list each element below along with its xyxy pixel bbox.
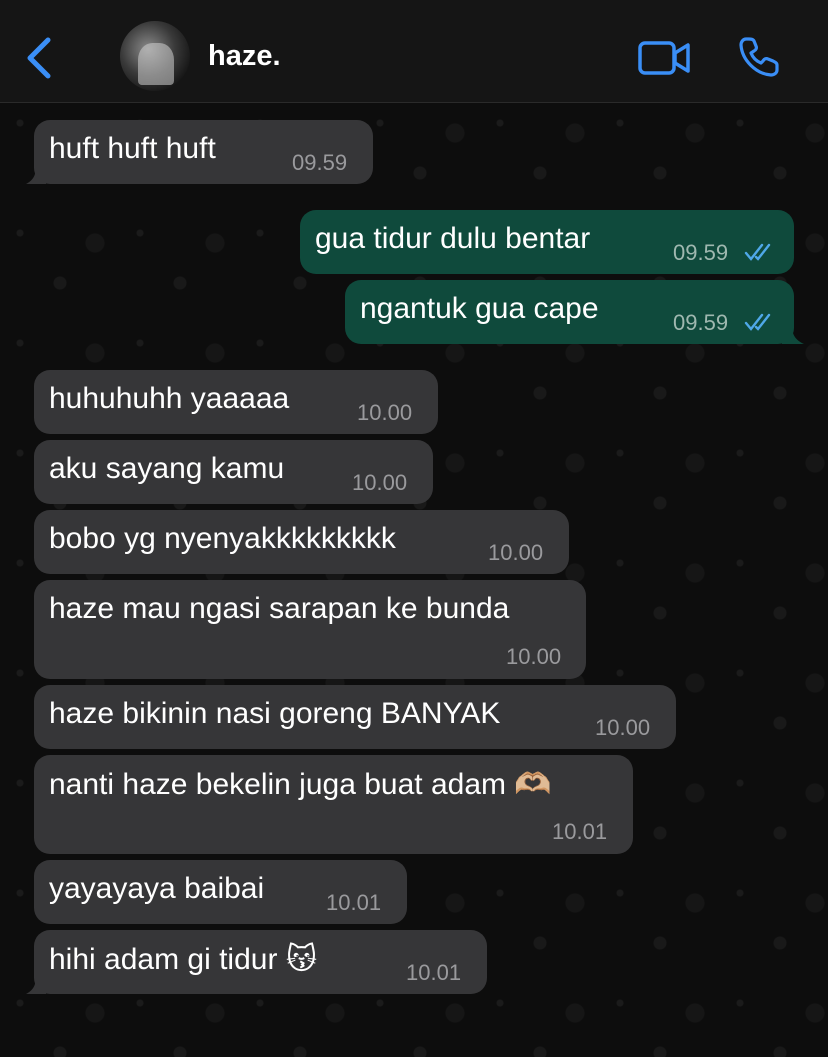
message-text: aku sayang kamu bbox=[49, 452, 285, 485]
message-time: 10.00 bbox=[595, 715, 651, 740]
message-bubble[interactable]: gua tidur dulu bentar 09.59 bbox=[300, 210, 794, 274]
message-text: haze mau ngasi sarapan ke bunda bbox=[49, 592, 510, 625]
message-bubble[interactable]: ngantuk gua cape 09.59 bbox=[345, 280, 804, 344]
message-bubble[interactable]: yayayaya baibai 10.01 bbox=[34, 860, 407, 924]
message-bubble[interactable]: bobo yg nyenyakkkkkkkkk 10.00 bbox=[34, 510, 569, 574]
message-text: gua tidur dulu bentar bbox=[315, 222, 591, 255]
bubble-tail bbox=[26, 976, 46, 994]
message-text: huft huft huft bbox=[49, 132, 216, 165]
bubble-tail bbox=[26, 166, 46, 184]
message-time: 10.00 bbox=[506, 644, 562, 669]
read-receipt-icon bbox=[744, 313, 771, 331]
message-text: haze bikinin nasi goreng BANYAK bbox=[49, 697, 501, 730]
contact-name[interactable]: haze. bbox=[208, 40, 281, 73]
message-text: yayayaya baibai bbox=[49, 872, 265, 905]
message-text: hihi adam gi tidur 😽 bbox=[49, 943, 318, 976]
chevron-left-icon[interactable] bbox=[22, 36, 56, 80]
message-time: 09.59 bbox=[673, 240, 729, 265]
message-time: 09.59 bbox=[673, 310, 729, 335]
chat-area: huft huft huft 09.59 gua tidur dulu bent… bbox=[0, 103, 828, 1057]
message-text: bobo yg nyenyakkkkkkkkk bbox=[49, 522, 396, 555]
phone-call-icon[interactable] bbox=[738, 36, 780, 78]
message-time: 10.01 bbox=[406, 960, 462, 985]
chat-header: haze. bbox=[0, 0, 828, 103]
message-bubble[interactable]: huft huft huft 09.59 bbox=[26, 120, 373, 184]
message-time: 10.01 bbox=[552, 819, 608, 844]
bubble-tail bbox=[782, 326, 804, 344]
message-bubble[interactable]: aku sayang kamu 10.00 bbox=[34, 440, 433, 504]
message-time: 10.00 bbox=[488, 540, 544, 565]
message-time: 10.00 bbox=[352, 470, 408, 495]
message-bubble[interactable]: haze bikinin nasi goreng BANYAK 10.00 bbox=[34, 685, 676, 749]
message-time: 10.01 bbox=[326, 890, 382, 915]
message-bubble[interactable]: huhuhuhh yaaaaa 10.00 bbox=[34, 370, 438, 434]
message-text: nanti haze bekelin juga buat adam 🫶🏼 bbox=[49, 768, 552, 801]
message-bubble[interactable]: hihi adam gi tidur 😽 10.01 bbox=[26, 930, 487, 994]
message-text: huhuhuhh yaaaaa bbox=[49, 382, 290, 415]
message-time: 09.59 bbox=[292, 150, 348, 175]
message-text: ngantuk gua cape bbox=[360, 292, 599, 325]
read-receipt-icon bbox=[744, 243, 771, 261]
contact-avatar[interactable] bbox=[120, 21, 190, 91]
message-time: 10.00 bbox=[357, 400, 413, 425]
message-bubble[interactable]: haze mau ngasi sarapan ke bunda 10.00 bbox=[34, 580, 586, 679]
video-call-icon[interactable] bbox=[637, 40, 691, 76]
message-bubble[interactable]: nanti haze bekelin juga buat adam 🫶🏼 10.… bbox=[34, 755, 633, 854]
